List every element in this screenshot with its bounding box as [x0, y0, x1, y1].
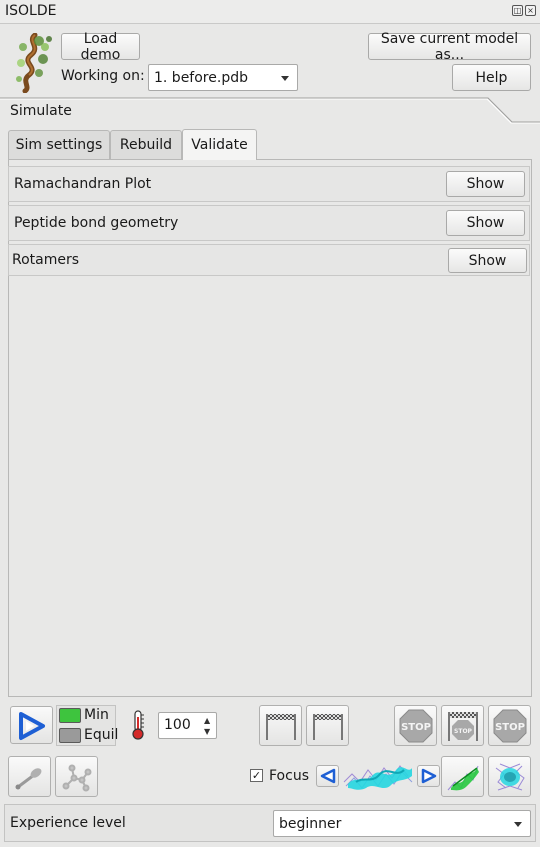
next-selection-button[interactable] [417, 765, 440, 787]
temperature-value: 100 [164, 717, 191, 733]
temperature-spinbox[interactable]: 100 ▲ ▼ [158, 712, 217, 739]
focus-label: Focus [269, 768, 309, 784]
load-demo-button[interactable]: Load demo [61, 31, 140, 63]
experience-level-bar: Experience level beginner [4, 804, 536, 842]
mask-map-button[interactable] [441, 756, 484, 797]
restore-icon[interactable]: ◫ [512, 5, 523, 16]
svg-text:STOP: STOP [495, 722, 525, 733]
section-title: Simulate [10, 103, 72, 119]
arrow-right-icon [421, 768, 437, 784]
svg-text:STOP: STOP [454, 728, 473, 735]
spin-up-icon[interactable]: ▲ [204, 716, 210, 725]
tug-arrow-icon [15, 768, 42, 790]
stop-checkpoint-icon: STOP [448, 712, 478, 741]
close-icon[interactable]: × [525, 5, 536, 16]
save-model-button[interactable]: Save current model as... [368, 31, 531, 63]
equil-label: Equil [84, 727, 119, 743]
peptide-bond-label: Peptide bond geometry [14, 215, 179, 231]
experience-level-select[interactable]: beginner [273, 810, 531, 837]
stop-sign-icon: STOP [399, 709, 432, 742]
tab-validate[interactable]: Validate [182, 129, 257, 160]
ramachandran-show-button[interactable]: Show [446, 171, 525, 197]
arrow-left-icon [320, 768, 336, 784]
window-title: ISOLDE [5, 3, 57, 19]
tab-rebuild[interactable]: Rebuild [110, 130, 182, 159]
svg-text:STOP: STOP [401, 722, 431, 733]
help-button[interactable]: Help [452, 64, 531, 91]
spin-down-icon[interactable]: ▼ [204, 727, 210, 736]
equil-toggle[interactable] [59, 728, 81, 743]
rotamers-label: Rotamers [12, 252, 80, 268]
stop-discard-button[interactable]: STOP [488, 705, 531, 746]
checkered-flag-icon [313, 714, 343, 740]
sim-mode-group: Min Equil [56, 705, 119, 746]
selected-region-map-icon [342, 756, 414, 796]
rotamers-row: Rotamers Show [8, 244, 530, 276]
molecule-icon [62, 764, 92, 792]
working-on-value: 1. before.pdb [154, 69, 248, 86]
rotamers-show-button[interactable]: Show [448, 248, 527, 273]
stop-revert-checkpoint-button[interactable]: STOP [441, 705, 484, 746]
ramachandran-label: Ramachandran Plot [14, 176, 152, 192]
thermometer-icon [130, 709, 146, 741]
isolde-logo [9, 32, 57, 94]
simulate-section-header[interactable]: Simulate [0, 97, 540, 127]
chevron-down-icon [281, 75, 289, 81]
working-on-select[interactable]: 1. before.pdb [148, 64, 298, 91]
store-checkpoint-button[interactable] [259, 705, 302, 746]
chevron-down-icon [514, 821, 522, 827]
title-bar: ISOLDE ◫ × [0, 0, 540, 24]
working-on-label: Working on: [61, 68, 145, 84]
tug-atom-button[interactable] [8, 756, 51, 797]
min-label: Min [84, 707, 109, 723]
spotlight-map-icon [495, 763, 525, 791]
green-map-icon [447, 765, 479, 791]
experience-level-label: Experience level [10, 815, 126, 831]
experience-level-value: beginner [279, 815, 342, 832]
focus-checkbox[interactable]: ✓ [250, 769, 263, 782]
revert-checkpoint-button[interactable] [306, 705, 349, 746]
tug-residue-button[interactable] [55, 756, 98, 797]
play-icon [19, 712, 45, 740]
min-toggle[interactable] [59, 708, 81, 723]
spotlight-map-button[interactable] [488, 756, 531, 797]
checkered-flag-icon [266, 714, 296, 740]
stop-keep-button[interactable]: STOP [394, 705, 437, 746]
peptide-bond-row: Peptide bond geometry Show [8, 205, 530, 241]
start-simulation-button[interactable] [10, 706, 53, 744]
stop-sign-icon: STOP [493, 709, 526, 742]
peptide-bond-show-button[interactable]: Show [446, 210, 525, 236]
previous-selection-button[interactable] [316, 765, 339, 787]
tab-sim-settings[interactable]: Sim settings [8, 130, 110, 159]
ramachandran-row: Ramachandran Plot Show [8, 166, 530, 202]
